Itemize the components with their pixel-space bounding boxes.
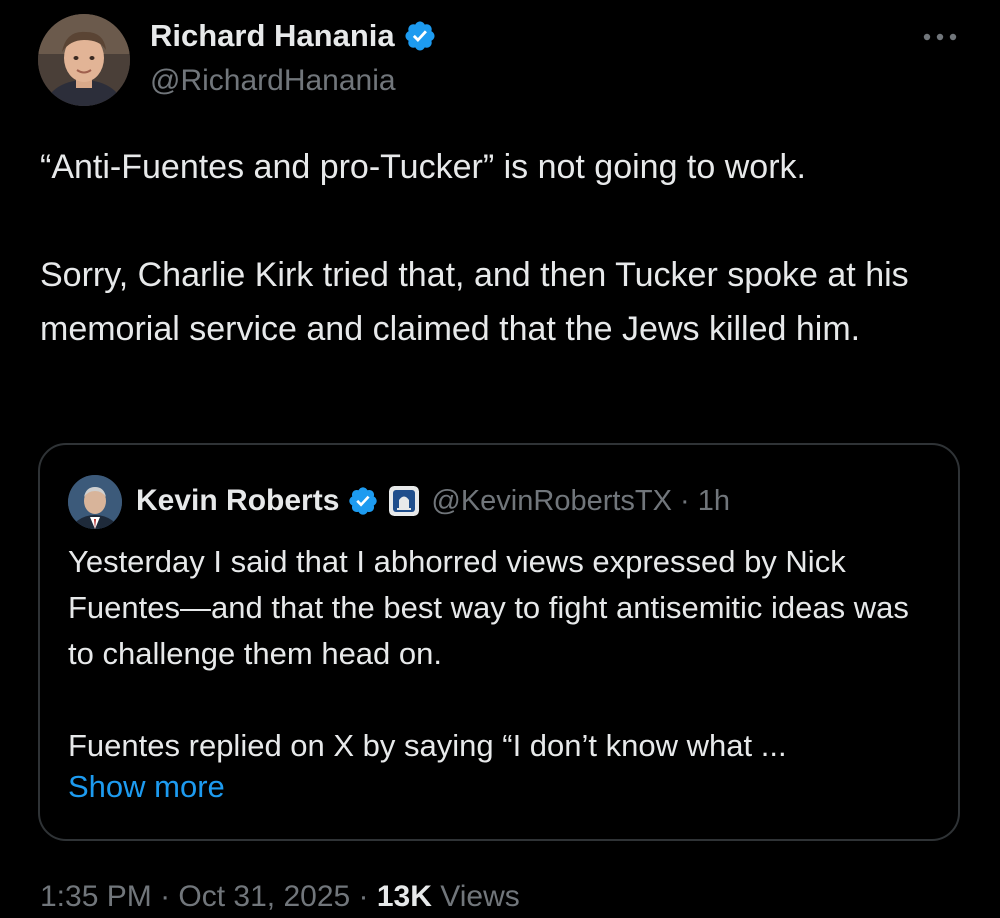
verified-badge-icon (405, 21, 435, 51)
tweet-footer: 1:35 PM · Oct 31, 2025 · 13K Views (40, 880, 520, 914)
tweet-date[interactable]: Oct 31, 2025 (178, 880, 350, 913)
affiliate-badge-icon[interactable] (389, 486, 420, 516)
quote-handle-time[interactable]: @KevinRobertsTX · 1h (431, 485, 730, 518)
show-more-link[interactable]: Show more (68, 769, 225, 805)
footer-separator: · (350, 880, 377, 913)
tweet-text-paragraph: Sorry, Charlie Kirk tried that, and then… (40, 256, 909, 348)
views-label: Views (431, 880, 520, 913)
quote-author-name[interactable]: Kevin Roberts (136, 484, 339, 518)
quoted-tweet[interactable]: Kevin Roberts @KevinRobertsTX · 1h Yeste… (38, 443, 960, 841)
footer-separator: · (151, 880, 179, 913)
quote-text-paragraph: Fuentes replied on X by saying “I don’t … (68, 728, 787, 763)
verified-badge-icon (349, 487, 378, 515)
quote-text-paragraph: Yesterday I said that I abhorred views e… (68, 544, 909, 671)
views-count[interactable]: 13K (377, 880, 432, 913)
author-name-text: Richard Hanania (150, 18, 395, 53)
quote-text: Yesterday I said that I abhorred views e… (68, 539, 938, 769)
author-name[interactable]: Richard Hanania (150, 18, 437, 54)
tweet: Richard Hanania @RichardHanania “Anti-Fu… (0, 0, 1000, 918)
more-options-icon (923, 33, 957, 41)
quote-header: Kevin Roberts @KevinRobertsTX · 1h (136, 481, 730, 521)
tweet-text-paragraph: “Anti-Fuentes and pro-Tucker” is not goi… (40, 148, 806, 186)
tweet-time[interactable]: 1:35 PM (40, 880, 152, 913)
tweet-text: “Anti-Fuentes and pro-Tucker” is not goi… (40, 140, 970, 356)
more-options-button[interactable] (918, 22, 962, 52)
author-avatar[interactable] (38, 14, 130, 106)
author-handle[interactable]: @RichardHanania (150, 64, 396, 98)
quote-author-avatar[interactable] (68, 475, 122, 529)
